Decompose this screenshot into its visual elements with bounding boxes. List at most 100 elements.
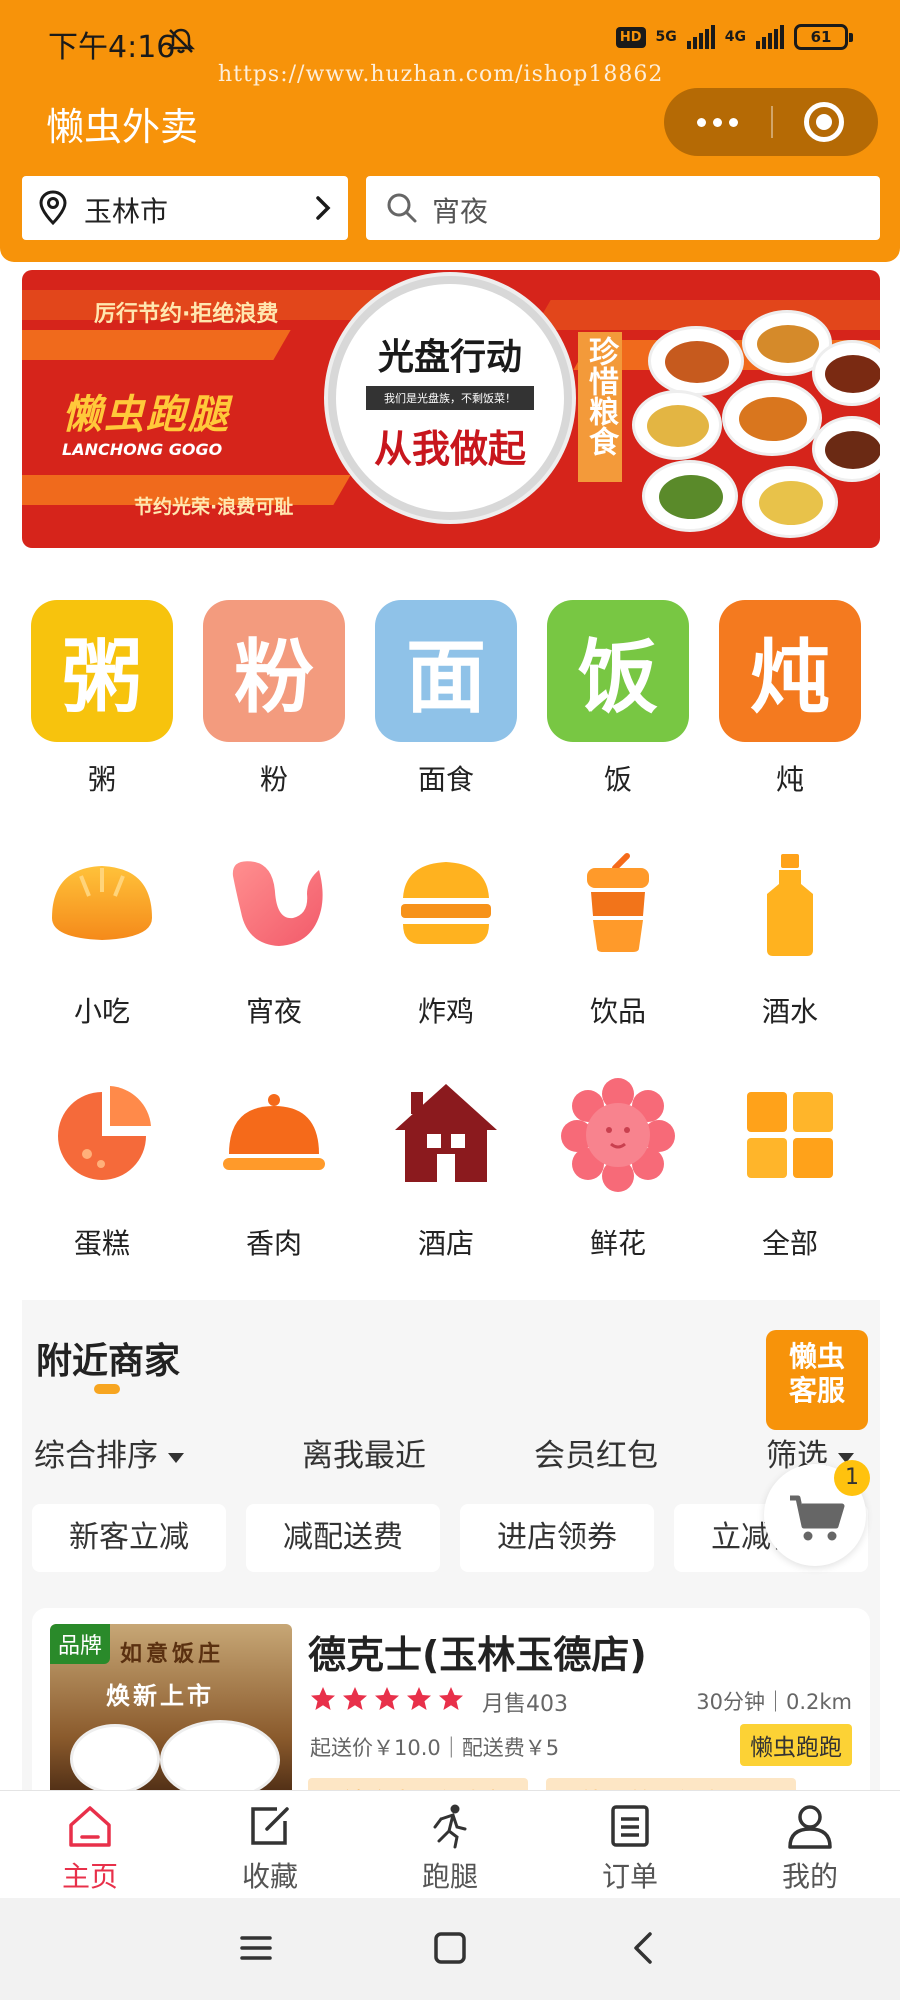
banner-logo-cn: 懒虫跑腿	[62, 392, 230, 438]
category-rice[interactable]: 饭 饭	[538, 600, 698, 798]
star-icon	[407, 1687, 431, 1710]
category-porridge[interactable]: 粥 粥	[22, 600, 182, 798]
city-selector[interactable]: 玉林市	[22, 176, 348, 240]
rating-stars	[310, 1686, 464, 1712]
category-label: 小吃	[73, 995, 130, 1028]
shrimp-icon	[232, 861, 323, 946]
user-icon	[788, 1805, 832, 1849]
network-4g-label: 4G	[724, 29, 746, 45]
category-label: 粉	[259, 763, 288, 796]
home-icon	[69, 1806, 111, 1847]
close-miniapp-icon[interactable]	[804, 102, 844, 142]
banner-bottom-text: 节约光荣·浪费可耻	[134, 496, 294, 518]
search-placeholder: 宵夜	[432, 195, 489, 228]
house-icon	[395, 1084, 497, 1182]
category-fried-chicken[interactable]: 炸鸡	[366, 832, 526, 1030]
more-icon[interactable]	[664, 88, 770, 156]
menu-icon[interactable]	[236, 1928, 276, 1968]
status-time: 下午4:16	[48, 30, 176, 65]
network-5g-label: 5G	[655, 29, 677, 45]
sort-nearest[interactable]: 离我最近	[302, 1430, 426, 1475]
shop-name: 德克士(玉林玉德店)	[308, 1633, 647, 1677]
category-meat[interactable]: 香肉	[194, 1064, 354, 1262]
tab-label: 订单	[601, 1860, 658, 1893]
category-label: 蛋糕	[73, 1227, 130, 1260]
sort-label: 离我最近	[302, 1438, 426, 1474]
tab-orders[interactable]: 订单	[570, 1801, 690, 1895]
caret-down-icon	[168, 1452, 184, 1463]
category-liquor[interactable]: 酒水	[710, 832, 870, 1030]
promo-banner[interactable]: 厉行节约·拒绝浪费 懒虫跑腿 LANCHONG GOGO 节约光荣·浪费可耻 光…	[22, 270, 880, 548]
back-icon[interactable]	[624, 1928, 664, 1968]
sort-comprehensive[interactable]: 综合排序	[34, 1430, 184, 1475]
bottle-icon	[767, 854, 813, 956]
category-noodles[interactable]: 面 面食	[366, 600, 526, 798]
runner-tag: 懒虫跑跑	[740, 1724, 852, 1766]
banner-circle: 光盘行动 我们是光盘族，不剩饭菜！ 从我做起	[328, 276, 572, 520]
app-screen: 下午4:16 HD 5G 4G 61 https://www.huzhan.co…	[0, 0, 900, 2000]
sort-label: 会员红包	[534, 1438, 658, 1474]
dish-image	[642, 460, 738, 532]
category-label: 鲜花	[589, 1227, 646, 1260]
search-icon	[387, 193, 417, 223]
noodles-icon: 面	[375, 600, 517, 742]
tab-favorites[interactable]: 收藏	[210, 1801, 330, 1895]
category-label: 酒店	[417, 1227, 474, 1260]
tab-label: 收藏	[241, 1860, 298, 1893]
category-label: 酒水	[761, 995, 818, 1028]
home-square-icon[interactable]	[430, 1928, 470, 1968]
filter-tag[interactable]: 进店领券	[460, 1504, 654, 1572]
filter-tag[interactable]: 减配送费	[246, 1504, 440, 1572]
location-pin-icon	[39, 190, 67, 226]
cake-icon	[58, 1086, 151, 1180]
status-indicators: HD 5G 4G 61	[615, 24, 853, 50]
hd-badge: HD	[615, 26, 646, 48]
category-stew[interactable]: 炖 炖	[710, 600, 870, 798]
shop-image: 如意饭庄 焕新上市 品牌	[50, 1624, 292, 1808]
shop-card[interactable]: 如意饭庄 焕新上市 品牌 德克士(玉林玉德店) 月售403 30分钟｜0.2km…	[32, 1608, 870, 1808]
category-label: 香肉	[245, 1227, 302, 1260]
tab-label: 我的	[781, 1860, 838, 1893]
sort-member-coupon[interactable]: 会员红包	[534, 1430, 658, 1475]
star-icon	[343, 1687, 367, 1710]
edit-icon	[251, 1807, 289, 1845]
app-title: 懒虫外卖	[46, 105, 199, 149]
sort-label: 综合排序	[34, 1438, 158, 1474]
category-label: 饭	[603, 763, 632, 796]
search-input[interactable]: 宵夜	[366, 176, 880, 240]
cart-button[interactable]: 1	[764, 1460, 870, 1566]
price-info: 起送价￥10.0｜配送费￥5	[310, 1736, 560, 1760]
category-hotel[interactable]: 酒店	[366, 1064, 526, 1262]
tab-profile[interactable]: 我的	[750, 1801, 870, 1895]
banner-headline: 光盘行动	[377, 337, 522, 378]
signal-icon	[686, 25, 715, 49]
porridge-icon: 粥	[31, 600, 173, 742]
dish-image	[648, 326, 744, 396]
section-title: 附近商家	[36, 1341, 181, 1382]
city-label: 玉林市	[84, 195, 169, 228]
plate-image	[160, 1720, 280, 1800]
customer-service-button[interactable]: 懒虫 客服	[766, 1330, 868, 1430]
category-label: 宵夜	[245, 995, 302, 1028]
category-drinks[interactable]: 饮品	[538, 832, 698, 1030]
title-underline	[94, 1384, 120, 1394]
tab-errand[interactable]: 跑腿	[390, 1801, 510, 1895]
dish-image	[722, 380, 822, 456]
category-noodle-rice[interactable]: 粉 粉	[194, 600, 354, 798]
rice-icon: 饭	[547, 600, 689, 742]
bell-muted-icon	[166, 28, 196, 54]
category-label: 炖	[775, 763, 804, 796]
filter-tag[interactable]: 新客立减	[32, 1504, 226, 1572]
category-flowers[interactable]: 鲜花	[538, 1064, 698, 1262]
tab-home[interactable]: 主页	[30, 1801, 150, 1895]
category-label: 炸鸡	[417, 995, 474, 1028]
dish-image	[632, 390, 722, 460]
chevron-right-icon	[316, 196, 331, 220]
watermark: https://www.huzhan.com/ishop18862	[218, 62, 664, 87]
category-snacks[interactable]: 小吃	[22, 832, 182, 1030]
star-icon	[439, 1687, 463, 1710]
category-all[interactable]: 全部	[710, 1064, 870, 1262]
category-cake[interactable]: 蛋糕	[22, 1064, 182, 1262]
tab-label: 主页	[61, 1860, 118, 1893]
category-late-night[interactable]: 宵夜	[194, 832, 354, 1030]
